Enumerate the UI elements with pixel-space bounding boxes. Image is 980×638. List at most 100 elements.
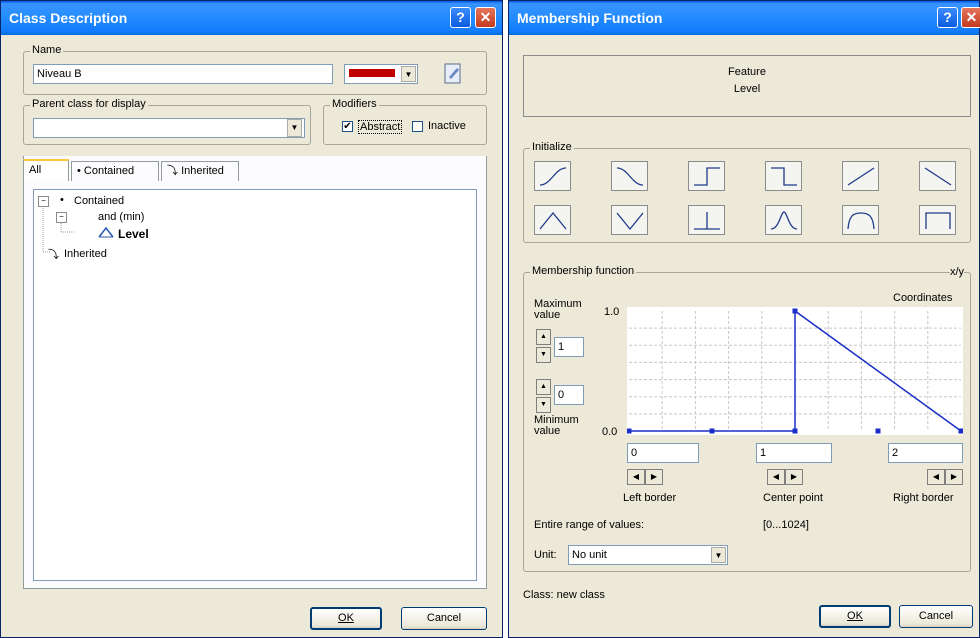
tab-contained[interactable]: • Contained (71, 161, 159, 181)
collapse-icon[interactable]: − (56, 212, 67, 223)
name-input[interactable]: Niveau B (33, 64, 333, 84)
ok-button[interactable]: OK (310, 607, 382, 630)
z-curve-preset-button[interactable] (611, 161, 648, 191)
linear-down-preset-button[interactable] (919, 161, 956, 191)
dot-icon: • (60, 194, 64, 206)
window-title: Membership Function (517, 10, 663, 26)
inherited-link-icon: ⤵ (48, 249, 59, 261)
inactive-checkbox[interactable] (412, 121, 423, 132)
chevron-down-icon[interactable]: ▼ (401, 66, 416, 82)
feature-label: Feature (728, 66, 766, 78)
window-title: Class Description (9, 10, 128, 26)
color-swatch (349, 69, 395, 77)
center-point-input[interactable]: 1 (756, 443, 832, 463)
curve-point (958, 428, 963, 434)
cancel-button[interactable]: Cancel (401, 607, 487, 630)
color-picker[interactable]: ▼ (344, 64, 418, 84)
parent-class-select[interactable] (33, 118, 305, 138)
inherited-link-icon: ⤵ (167, 165, 178, 177)
class-description-window: Class Description ? ✕ Name Niveau B ▼ Pa… (0, 0, 503, 638)
chevron-down-icon[interactable]: ▼ (711, 547, 726, 563)
v-shape-preset-button[interactable] (611, 205, 648, 235)
z-curve-icon (616, 167, 644, 186)
cancel-label: Cancel (426, 612, 462, 624)
bell-preset-button[interactable] (842, 205, 879, 235)
title-bar[interactable]: Class Description ? ✕ (1, 1, 502, 35)
class-tree[interactable]: − • Contained − and (min) Level ⤵ Inheri… (33, 189, 477, 581)
linear-down-icon (924, 167, 952, 186)
y-axis-top-label: 1.0 (604, 306, 620, 318)
s-curve-preset-button[interactable] (534, 161, 571, 191)
y-axis-bottom-label: 0.0 (602, 426, 618, 438)
right-border-left-arrow-icon[interactable]: ◀ (927, 469, 945, 485)
minimum-value-input[interactable]: 0 (554, 385, 584, 405)
right-border-input[interactable]: 2 (888, 443, 963, 463)
close-button[interactable]: ✕ (475, 7, 496, 28)
min-down-arrow-icon[interactable]: ▼ (536, 397, 551, 413)
title-bar[interactable]: Membership Function ? ✕ (509, 1, 980, 35)
edit-document-icon[interactable] (444, 62, 462, 84)
center-left-arrow-icon[interactable]: ◀ (767, 469, 785, 485)
membership-function-window: Membership Function ? ✕ Feature Level In… (508, 0, 980, 638)
tree-item-and-min[interactable]: and (min) (98, 211, 144, 223)
singleton-icon (694, 212, 720, 230)
tree-item-level[interactable]: Level (118, 227, 149, 241)
tab-all[interactable]: All (23, 159, 69, 181)
step-up-preset-button[interactable] (688, 161, 725, 191)
collapse-icon[interactable]: − (38, 196, 49, 207)
center-right-arrow-icon[interactable]: ▶ (785, 469, 803, 485)
curve-point (792, 428, 798, 434)
maximum-value-input[interactable]: 1 (554, 337, 584, 357)
singleton-preset-button[interactable] (688, 205, 725, 235)
cancel-button[interactable]: Cancel (899, 605, 973, 628)
membership-function-label: Membership function (530, 265, 637, 277)
rectangle-preset-button[interactable] (919, 205, 956, 235)
step-down-preset-button[interactable] (765, 161, 802, 191)
right-border-right-arrow-icon[interactable]: ▶ (945, 469, 963, 485)
max-up-arrow-icon[interactable]: ▲ (536, 329, 551, 345)
rectangle-icon (925, 212, 951, 229)
triangle-preset-button[interactable] (534, 205, 571, 235)
triangle-membership-icon (98, 226, 114, 241)
step-down-icon (771, 167, 797, 186)
membership-chart[interactable] (627, 307, 963, 435)
left-border-right-arrow-icon[interactable]: ▶ (645, 469, 663, 485)
abstract-checkbox[interactable]: ✔ (342, 121, 353, 132)
membership-curve (629, 309, 962, 432)
chevron-down-icon[interactable]: ▼ (287, 119, 302, 137)
right-border-label: Right border (893, 492, 954, 504)
help-button[interactable]: ? (937, 7, 958, 28)
tab-contained-label: Contained (83, 165, 135, 177)
close-button[interactable]: ✕ (961, 7, 980, 28)
tree-item-inherited[interactable]: Inherited (64, 248, 107, 260)
coordinates-label: Coordinates (893, 292, 953, 304)
ok-button[interactable]: OK (819, 605, 891, 628)
name-label: Name (30, 44, 64, 56)
left-border-left-arrow-icon[interactable]: ◀ (627, 469, 645, 485)
tree-item-contained[interactable]: Contained (74, 195, 124, 207)
unit-label: Unit: (534, 549, 557, 561)
parent-class-group: Parent class for display ▼ (23, 98, 311, 145)
maximum-value-label: Maximum value (534, 298, 582, 321)
curve-point (627, 428, 632, 434)
baseline-handle (875, 428, 881, 434)
min-up-arrow-icon[interactable]: ▲ (536, 379, 551, 395)
ok-label: OK (338, 612, 354, 624)
linear-up-preset-button[interactable] (842, 161, 879, 191)
unit-value: No unit (572, 549, 607, 561)
range-label: Entire range of values: (534, 519, 645, 531)
range-value: [0...1024] (763, 519, 809, 531)
triangle-icon (539, 211, 567, 230)
left-border-input[interactable]: 0 (627, 443, 699, 463)
tab-inherited[interactable]: ⤵ Inherited (161, 161, 239, 181)
help-button[interactable]: ? (450, 7, 471, 28)
unit-select[interactable]: No unit ▼ (568, 545, 728, 565)
membership-function-group: Membership function x/y Coordinates Maxi… (523, 265, 971, 572)
dot-icon: • (77, 165, 81, 177)
feature-box: Feature Level (523, 55, 971, 117)
initialize-label: Initialize (530, 141, 574, 153)
gaussian-preset-button[interactable] (765, 205, 802, 235)
max-down-arrow-icon[interactable]: ▼ (536, 347, 551, 363)
abstract-label: Abstract (358, 120, 403, 134)
cancel-label: Cancel (918, 610, 954, 622)
